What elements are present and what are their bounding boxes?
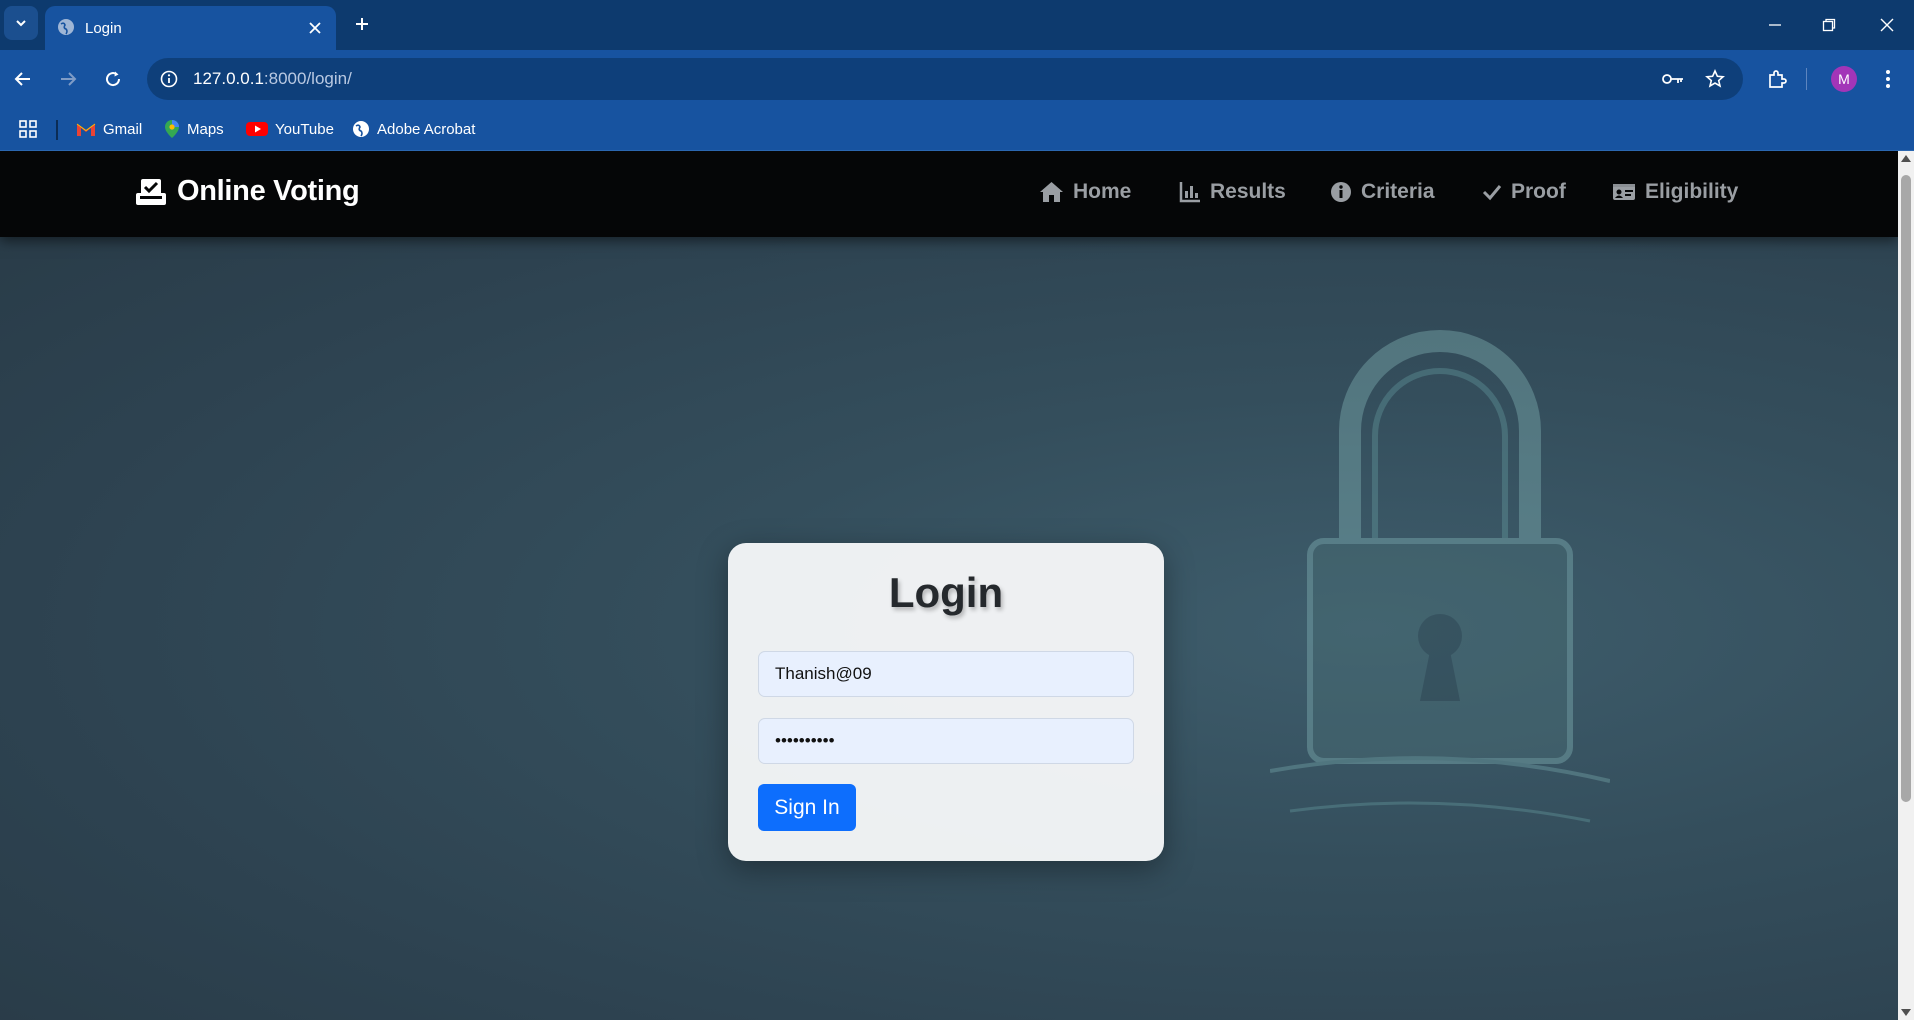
scroll-down-icon[interactable] [1901, 1009, 1911, 1016]
toolbar-separator [1806, 68, 1807, 90]
url-text: 127.0.0.1:8000/login/ [193, 69, 352, 89]
scrollbar-thumb[interactable] [1901, 175, 1911, 802]
url-path: :8000/login/ [263, 69, 352, 88]
kebab-menu-icon [1886, 70, 1890, 88]
new-tab-button[interactable] [350, 12, 374, 36]
browser-menu-button[interactable] [1873, 64, 1903, 94]
bookmark-star-icon[interactable] [1703, 67, 1727, 91]
site-info-icon[interactable] [157, 67, 181, 91]
page-viewport: Online Voting Home Results Criteria Proo… [0, 151, 1898, 1020]
password-input[interactable] [758, 718, 1134, 764]
close-window-button[interactable] [1872, 10, 1902, 40]
minimize-icon [1769, 24, 1781, 26]
chevron-down-icon [16, 20, 26, 27]
minimize-button[interactable] [1760, 10, 1790, 40]
globe-icon [353, 121, 369, 137]
address-bar[interactable]: 127.0.0.1:8000/login/ [147, 58, 1743, 100]
padlock-background-image [1270, 330, 1610, 823]
tab-title: Login [85, 20, 122, 37]
site-brand[interactable]: Online Voting [135, 175, 360, 208]
forward-button[interactable] [53, 64, 83, 94]
puzzle-icon [1769, 70, 1787, 88]
youtube-icon [246, 122, 268, 136]
sign-in-button[interactable]: Sign In [758, 784, 856, 831]
tab-search-button[interactable] [4, 6, 38, 40]
arrow-left-icon [14, 72, 30, 86]
nav-eligibility[interactable]: Eligibility [1612, 180, 1738, 204]
login-card: Login Sign In [728, 543, 1164, 861]
nav-proof[interactable]: Proof [1482, 180, 1566, 204]
check-icon [1482, 185, 1502, 201]
bookmark-maps[interactable]: Maps [164, 116, 224, 142]
nav-label: Criteria [1361, 180, 1435, 203]
bookmark-youtube[interactable]: YouTube [246, 116, 334, 142]
nav-label: Eligibility [1645, 180, 1739, 203]
bookmarks-separator [56, 120, 58, 140]
site-navbar: Online Voting Home Results Criteria Proo… [0, 151, 1898, 237]
nav-criteria[interactable]: Criteria [1330, 180, 1435, 204]
bookmark-label: Maps [187, 120, 224, 138]
tab-close-icon[interactable] [304, 17, 326, 39]
home-icon [1040, 182, 1063, 202]
nav-label: Results [1210, 180, 1286, 203]
page-scrollbar[interactable] [1898, 151, 1914, 1020]
bookmark-label: Adobe Acrobat [377, 120, 476, 138]
arrow-right-icon [61, 72, 77, 86]
bookmark-label: Gmail [103, 120, 143, 138]
username-input[interactable] [758, 651, 1134, 697]
nav-label: Proof [1511, 180, 1566, 203]
gmail-icon [76, 123, 96, 136]
back-button[interactable] [8, 64, 38, 94]
nav-home[interactable]: Home [1039, 180, 1131, 204]
info-icon [1331, 182, 1351, 202]
id-card-icon [1613, 184, 1635, 200]
extensions-button[interactable] [1762, 64, 1792, 94]
bookmark-adobe-acrobat[interactable]: Adobe Acrobat [352, 116, 475, 142]
scroll-up-icon[interactable] [1901, 155, 1911, 162]
nav-results[interactable]: Results [1179, 180, 1286, 204]
bookmarks-bar: Gmail Maps YouTube Adobe Acrobat [0, 108, 1914, 151]
close-icon [1880, 18, 1894, 32]
reload-icon [106, 71, 121, 87]
bookmark-label: YouTube [275, 120, 334, 138]
restore-button[interactable] [1814, 10, 1844, 40]
url-host: 127.0.0.1 [193, 69, 264, 88]
browser-tab[interactable]: Login [45, 6, 336, 50]
bookmark-gmail[interactable]: Gmail [76, 116, 142, 142]
apps-grid-icon[interactable] [16, 117, 40, 141]
nav-label: Home [1073, 180, 1132, 203]
login-title: Login [888, 569, 1004, 616]
plus-icon [356, 18, 368, 30]
ballot-box-icon [136, 178, 166, 205]
profile-avatar[interactable]: M [1831, 66, 1857, 92]
browser-toolbar: 127.0.0.1:8000/login/ M [0, 50, 1914, 108]
password-key-icon[interactable] [1661, 67, 1685, 91]
brand-name: Online Voting [177, 175, 360, 207]
maps-icon [165, 120, 179, 138]
chart-icon [1179, 182, 1200, 203]
browser-tab-strip: Login [0, 0, 1914, 50]
globe-icon [57, 18, 75, 41]
restore-icon [1822, 18, 1836, 32]
reload-button[interactable] [98, 64, 128, 94]
